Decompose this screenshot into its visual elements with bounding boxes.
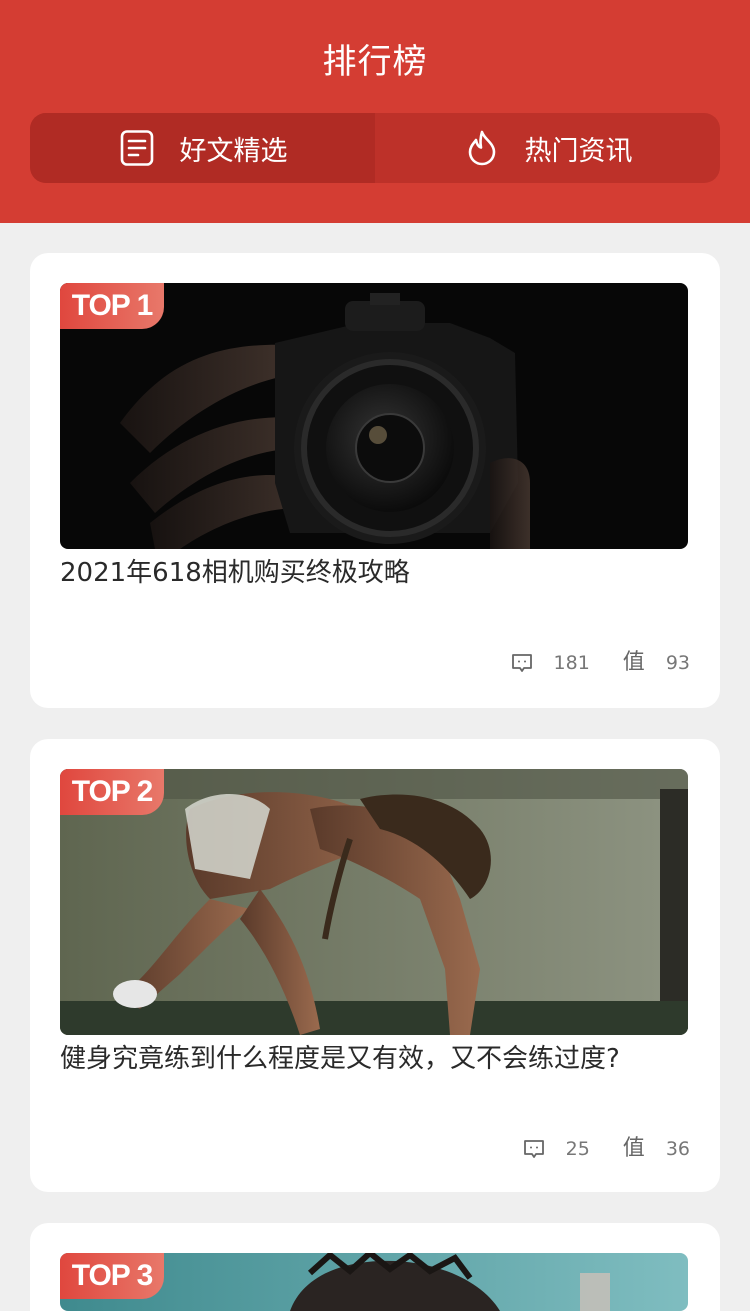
comment-count: 181 bbox=[553, 652, 590, 674]
article-icon bbox=[118, 129, 156, 167]
worth-icon: 值 bbox=[622, 1136, 645, 1161]
header: 排行榜 好文精选 热门资讯 bbox=[0, 0, 750, 223]
worth-count: 36 bbox=[665, 1138, 690, 1160]
article-stats: 181 值 93 bbox=[510, 651, 690, 675]
article-image-fitness: TOP 2 bbox=[60, 769, 688, 1035]
comment-count: 25 bbox=[565, 1138, 590, 1160]
rank-badge: TOP 2 bbox=[60, 769, 164, 815]
tab-label: 好文精选 bbox=[179, 135, 288, 167]
worth-count: 93 bbox=[665, 652, 690, 674]
tab-label: 热门资讯 bbox=[524, 135, 633, 167]
worth-icon: 值 bbox=[622, 650, 645, 675]
page-title: 排行榜 bbox=[322, 42, 428, 82]
tab-hot-news[interactable]: 热门资讯 bbox=[375, 113, 720, 183]
rank-badge: TOP 3 bbox=[60, 1253, 164, 1299]
article-stats: 25 值 36 bbox=[522, 1137, 690, 1161]
article-card[interactable]: TOP 3 bbox=[30, 1223, 720, 1311]
article-card[interactable]: TOP 1 2021年618相机购买终极攻略 181 值 93 bbox=[30, 253, 720, 708]
article-title[interactable]: 2021年618相机购买终极攻略 bbox=[60, 555, 690, 591]
flame-icon bbox=[463, 129, 501, 167]
tab-bar: 好文精选 热门资讯 bbox=[30, 113, 720, 183]
comment-icon bbox=[522, 1137, 546, 1161]
tab-featured-articles[interactable]: 好文精选 bbox=[30, 113, 375, 183]
article-title[interactable]: 健身究竟练到什么程度是又有效，又不会练过度? bbox=[60, 1041, 690, 1077]
comment-icon bbox=[510, 651, 534, 675]
rank-badge: TOP 1 bbox=[60, 283, 164, 329]
article-image-camera: TOP 1 bbox=[60, 283, 688, 549]
article-image-anime: TOP 3 bbox=[60, 1253, 688, 1311]
article-card[interactable]: TOP 2 健身究竟练到什么程度是又有效，又不会练过度? 25 值 36 bbox=[30, 739, 720, 1192]
